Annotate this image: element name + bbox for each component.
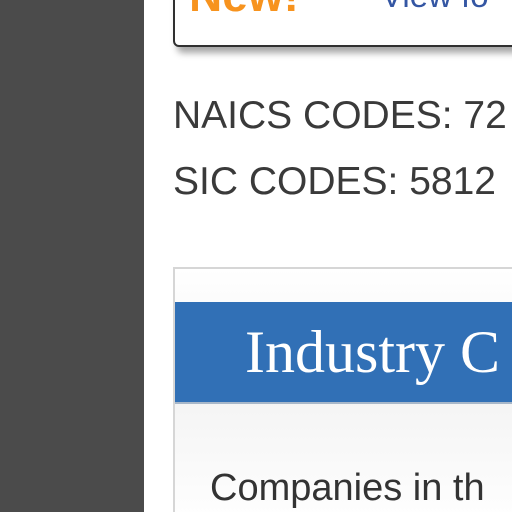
- industry-panel: Industry C Companies in th: [173, 267, 512, 512]
- industry-panel-body: Companies in th: [210, 467, 485, 509]
- industry-panel-title: Industry C: [245, 319, 500, 385]
- sic-codes: SIC CODES: 5812: [173, 160, 496, 203]
- industry-panel-header: Industry C: [175, 302, 512, 404]
- naics-codes: NAICS CODES: 72: [173, 94, 507, 137]
- banner-link[interactable]: View fo: [381, 0, 489, 12]
- main-content: New! View fo NAICS CODES: 72 SIC CODES: …: [144, 0, 512, 512]
- page: New! View fo NAICS CODES: 72 SIC CODES: …: [0, 0, 512, 512]
- new-label: New!: [189, 0, 299, 18]
- new-feature-banner[interactable]: New! View fo: [173, 0, 512, 47]
- left-sidebar: [0, 0, 144, 512]
